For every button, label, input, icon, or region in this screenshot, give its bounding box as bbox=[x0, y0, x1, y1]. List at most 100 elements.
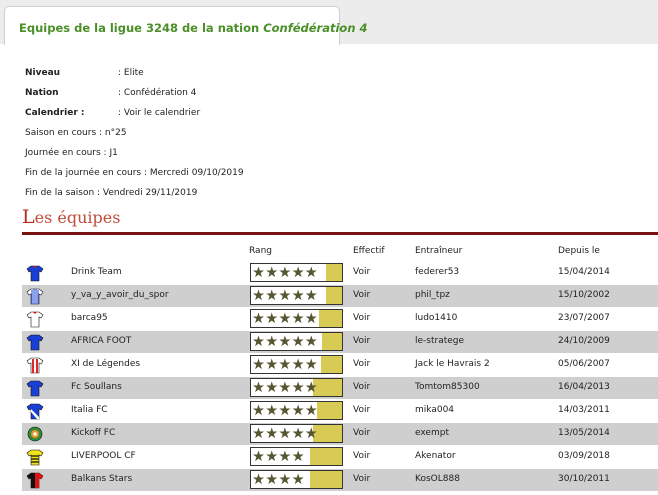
rank-stars: ★★★★ bbox=[252, 449, 305, 465]
table-row: Drink Team ★★★★★ Voir federer53 15/04/2014 bbox=[22, 262, 658, 284]
section-divider bbox=[22, 232, 658, 235]
team-name-link[interactable]: Drink Team bbox=[71, 267, 122, 277]
header-depuis: Depuis le bbox=[558, 246, 600, 256]
green-orange-jersey-icon bbox=[26, 425, 44, 443]
coach-link[interactable]: Akenator bbox=[415, 451, 456, 461]
rank-stars: ★★★★★ bbox=[252, 311, 318, 327]
effectif-link[interactable]: Voir bbox=[353, 405, 370, 415]
table-row: y_va_y_avoir_du_spor ★★★★★ Voir phil_tpz 15/… bbox=[22, 285, 658, 307]
red-white-stripes-jersey-icon bbox=[26, 356, 44, 374]
header-rang: Rang bbox=[249, 246, 272, 256]
rank-fill bbox=[321, 356, 342, 373]
rank-fill bbox=[325, 264, 342, 281]
coach-link[interactable]: ludo1410 bbox=[415, 313, 457, 323]
table-row: AFRICA FOOT ★★★★★ Voir le-stratege 24/10/200… bbox=[22, 331, 658, 353]
since-date: 30/10/2011 bbox=[558, 474, 610, 484]
effectif-link[interactable]: Voir bbox=[353, 313, 370, 323]
rank-bar: ★★★★★ bbox=[250, 424, 343, 443]
since-date: 05/06/2007 bbox=[558, 359, 610, 369]
team-name-link[interactable]: AFRICA FOOT bbox=[71, 336, 131, 346]
journee-text: Journée en cours : J1 bbox=[25, 148, 118, 158]
blue-jersey-icon bbox=[26, 379, 44, 397]
team-name-link[interactable]: Fc Soullans bbox=[71, 382, 122, 392]
table-row: Fc Soullans ★★★★★ Voir Tomtom85300 16/04/201… bbox=[22, 377, 658, 399]
rank-fill bbox=[325, 287, 342, 304]
blue-white-sash-jersey-icon bbox=[26, 402, 44, 420]
coach-link[interactable]: exempt bbox=[415, 428, 449, 438]
title-nation: Confédération 4 bbox=[263, 21, 368, 35]
rank-fill bbox=[321, 333, 342, 350]
effectif-link[interactable]: Voir bbox=[353, 474, 370, 484]
effectif-link[interactable]: Voir bbox=[353, 359, 370, 369]
effectif-link[interactable]: Voir bbox=[353, 451, 370, 461]
rank-bar: ★★★★★ bbox=[250, 332, 343, 351]
blue-white-stripes-jersey-icon bbox=[26, 287, 44, 305]
effectif-link[interactable]: Voir bbox=[353, 428, 370, 438]
coach-link[interactable]: federer53 bbox=[415, 267, 459, 277]
effectif-link[interactable]: Voir bbox=[353, 336, 370, 346]
blue-jersey-icon bbox=[26, 333, 44, 351]
rank-bar: ★★★★ bbox=[250, 470, 343, 489]
team-name-link[interactable]: Balkans Stars bbox=[71, 474, 132, 484]
header-entraineur: Entraîneur bbox=[415, 246, 463, 256]
rank-stars: ★★★★★ bbox=[252, 403, 318, 419]
title-prefix: Equipes de la ligue 3248 de la nation bbox=[19, 21, 264, 35]
effectif-link[interactable]: Voir bbox=[353, 290, 370, 300]
rank-bar: ★★★★★ bbox=[250, 355, 343, 374]
coach-link[interactable]: mika004 bbox=[415, 405, 454, 415]
blue-red-jersey-icon bbox=[26, 264, 44, 282]
team-name-link[interactable]: XI de Légendes bbox=[71, 359, 140, 369]
rank-stars: ★★★★★ bbox=[252, 357, 318, 373]
coach-link[interactable]: KosOL888 bbox=[415, 474, 460, 484]
table-row: XI de Légendes ★★★★★ Voir Jack le Havrais 2… bbox=[22, 354, 658, 376]
page-title: Equipes de la ligue 3248 de la nation Co… bbox=[19, 21, 368, 35]
table-row: Italia FC ★★★★★ Voir mika004 14/03/2011 bbox=[22, 400, 658, 422]
rank-bar: ★★★★★ bbox=[250, 401, 343, 420]
coach-link[interactable]: le-stratege bbox=[415, 336, 464, 346]
section-title: Les équipes bbox=[22, 206, 120, 228]
since-date: 15/04/2014 bbox=[558, 267, 610, 277]
table-row: Kickoff FC ★★★★★ Voir exempt 13/05/2014 bbox=[22, 423, 658, 445]
table-header: Rang Effectif Entraîneur Depuis le bbox=[22, 244, 658, 260]
coach-link[interactable]: Jack le Havrais 2 bbox=[415, 359, 490, 369]
team-name-link[interactable]: LIVERPOOL CF bbox=[71, 451, 136, 461]
rank-stars: ★★★★★ bbox=[252, 380, 318, 396]
since-date: 13/05/2014 bbox=[558, 428, 610, 438]
rank-fill bbox=[319, 310, 342, 327]
coach-link[interactable]: Tomtom85300 bbox=[415, 382, 480, 392]
top-bar: Equipes de la ligue 3248 de la nation Co… bbox=[0, 0, 658, 45]
team-name-link[interactable]: barca95 bbox=[71, 313, 108, 323]
since-date: 16/04/2013 bbox=[558, 382, 610, 392]
rank-bar: ★★★★★ bbox=[250, 263, 343, 282]
rank-stars: ★★★★★ bbox=[252, 288, 318, 304]
table-row: LIVERPOOL CF ★★★★ Voir Akenator 03/09/2018 bbox=[22, 446, 658, 468]
nation-label: Nation bbox=[25, 88, 59, 98]
coach-link[interactable]: phil_tpz bbox=[415, 290, 450, 300]
rank-bar: ★★★★★ bbox=[250, 378, 343, 397]
rank-fill bbox=[310, 471, 342, 488]
rank-stars: ★★★★★ bbox=[252, 265, 318, 281]
black-red-jersey-icon bbox=[26, 471, 44, 489]
since-date: 03/09/2018 bbox=[558, 451, 610, 461]
calendrier-label: Calendrier : bbox=[25, 108, 85, 118]
fin-saison-text: Fin de la saison : Vendredi 29/11/2019 bbox=[25, 188, 198, 198]
yellow-black-stripes-jersey-icon bbox=[26, 448, 44, 466]
rank-bar: ★★★★ bbox=[250, 447, 343, 466]
fin-journee-text: Fin de la journée en cours : Mercredi 09… bbox=[25, 168, 244, 178]
rank-stars: ★★★★★ bbox=[252, 334, 318, 350]
since-date: 24/10/2009 bbox=[558, 336, 610, 346]
calendrier-link[interactable]: : Voir le calendrier bbox=[118, 103, 200, 123]
since-date: 23/07/2007 bbox=[558, 313, 610, 323]
section-rest: es équipes bbox=[34, 208, 121, 227]
league-tab[interactable]: Equipes de la ligue 3248 de la nation Co… bbox=[4, 6, 368, 45]
saison-text: Saison en cours : n°25 bbox=[25, 128, 127, 138]
team-name-link[interactable]: Italia FC bbox=[71, 405, 108, 415]
rank-bar: ★★★★★ bbox=[250, 286, 343, 305]
effectif-link[interactable]: Voir bbox=[353, 267, 370, 277]
header-effectif: Effectif bbox=[353, 246, 385, 256]
team-name-link[interactable]: Kickoff FC bbox=[71, 428, 115, 438]
effectif-link[interactable]: Voir bbox=[353, 382, 370, 392]
since-date: 14/03/2011 bbox=[558, 405, 610, 415]
team-name-link[interactable]: y_va_y_avoir_du_spor bbox=[71, 290, 169, 300]
nation-value: : Confédération 4 bbox=[118, 88, 197, 98]
